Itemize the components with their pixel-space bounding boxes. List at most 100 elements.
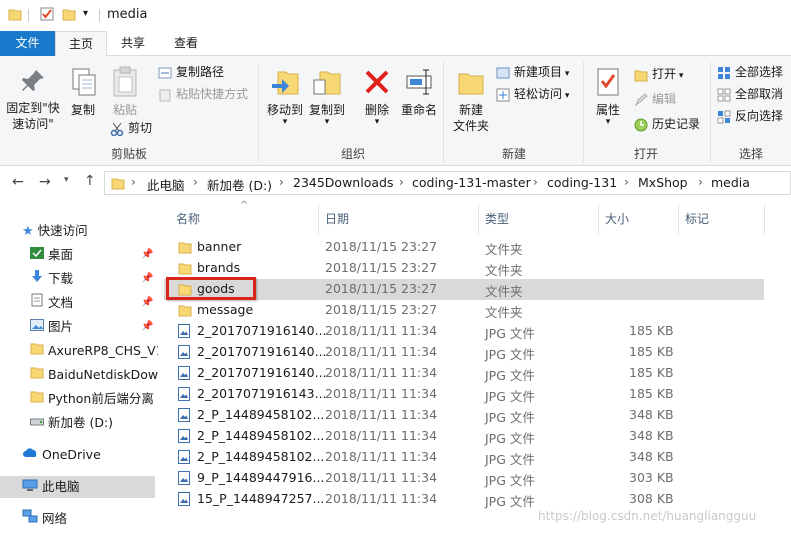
- breadcrumb-chevron-icon[interactable]: ›: [533, 175, 538, 189]
- column-divider[interactable]: [598, 204, 599, 234]
- nav-folder[interactable]: AxureRP8_CHS_V1: [30, 340, 158, 362]
- nav-drive-d[interactable]: 新加卷 (D:): [30, 412, 158, 434]
- column-header-tags[interactable]: 标记: [685, 210, 709, 227]
- open-button[interactable]: 打开 ▾: [634, 64, 683, 84]
- table-row[interactable]: 2_P_14489458102... 2018/11/11 11:34 JPG 文件…: [164, 426, 764, 447]
- ribbon-separator: [583, 62, 584, 162]
- nav-network[interactable]: 网络: [22, 508, 152, 530]
- properties-quick-icon[interactable]: [40, 7, 54, 24]
- breadcrumb-chevron-icon[interactable]: ›: [624, 175, 629, 189]
- table-row[interactable]: 2_2017071916140... 2018/11/11 11:34 JPG 文件…: [164, 321, 764, 342]
- ribbon-tabs: 文件 主页 共享 查看: [0, 31, 791, 57]
- nav-onedrive[interactable]: OneDrive: [22, 444, 152, 466]
- properties-button[interactable]: 属性 ▾: [590, 66, 626, 127]
- up-arrow-icon[interactable]: ↑: [84, 173, 96, 189]
- move-to-button[interactable]: 移动到 ▾: [264, 66, 306, 127]
- breadcrumb-chevron-icon[interactable]: ›: [399, 175, 404, 189]
- column-header-date[interactable]: 日期: [325, 210, 349, 227]
- new-folder-button[interactable]: 新建 文件夹: [449, 66, 493, 134]
- breadcrumb-item[interactable]: 此电脑: [147, 175, 185, 194]
- new-item-label: 新建项目: [514, 65, 563, 79]
- cut-button[interactable]: 剪切: [110, 118, 152, 138]
- move-to-label: 移动到: [266, 103, 303, 117]
- table-row[interactable]: 15_P_1448947257... 2018/11/11 11:34 JPG 文件…: [164, 489, 764, 510]
- nav-pictures[interactable]: 图片: [30, 316, 140, 338]
- table-row[interactable]: 2_2017071916140... 2018/11/11 11:34 JPG 文件…: [164, 342, 764, 363]
- file-date: 2018/11/11 11:34: [325, 386, 438, 401]
- column-divider[interactable]: [678, 204, 679, 234]
- pin-quick-access-button[interactable]: 固定到"快速访问": [2, 66, 64, 132]
- breadcrumb-item[interactable]: coding-131-master: [412, 175, 531, 190]
- breadcrumb-chevron-icon[interactable]: ›: [131, 175, 136, 189]
- column-divider[interactable]: [478, 204, 479, 234]
- nav-quick-access[interactable]: ★ 快速访问: [22, 220, 88, 242]
- nav-folder[interactable]: Python前后端分离: [30, 388, 158, 410]
- invert-selection-button[interactable]: 反向选择: [717, 106, 783, 126]
- recent-locations-icon[interactable]: ▾: [64, 175, 69, 185]
- tab-share[interactable]: 共享: [110, 31, 156, 56]
- edit-button[interactable]: 编辑: [634, 89, 676, 109]
- table-row[interactable]: banner 2018/11/15 23:27 文件夹: [164, 237, 764, 258]
- breadcrumb-item[interactable]: 2345Downloads: [293, 175, 393, 190]
- file-name: 2_P_14489458102...: [197, 428, 325, 443]
- customize-quick-access-icon[interactable]: ▾: [83, 8, 88, 19]
- tab-home[interactable]: 主页: [55, 31, 107, 57]
- breadcrumb-item[interactable]: media: [711, 175, 750, 190]
- breadcrumb-item[interactable]: MxShop: [638, 175, 688, 190]
- delete-button[interactable]: 删除 ▾: [360, 66, 394, 127]
- select-all-button[interactable]: 全部选择: [717, 62, 783, 82]
- pin-icon[interactable]: 📌: [141, 249, 153, 260]
- nav-desktop[interactable]: 桌面: [30, 244, 140, 266]
- network-icon: [22, 509, 38, 523]
- dropdown-arrow-icon: ▾: [282, 117, 288, 127]
- breadcrumb-item[interactable]: coding-131: [547, 175, 617, 190]
- breadcrumb-chevron-icon[interactable]: ›: [193, 175, 198, 189]
- column-divider[interactable]: [318, 204, 319, 234]
- pin-icon[interactable]: 📌: [141, 273, 153, 284]
- history-button[interactable]: 历史记录: [634, 114, 700, 134]
- nav-documents[interactable]: 文档: [30, 292, 140, 314]
- column-header-type[interactable]: 类型: [485, 210, 509, 227]
- new-folder-quick-icon[interactable]: [62, 7, 76, 24]
- pin-icon[interactable]: 📌: [141, 297, 153, 308]
- rename-button[interactable]: 重命名: [398, 66, 440, 118]
- copy-to-button[interactable]: 复制到 ▾: [306, 66, 348, 127]
- file-date: 2018/11/15 23:27: [325, 239, 438, 254]
- paste-button[interactable]: 粘贴: [108, 66, 142, 118]
- table-row[interactable]: brands 2018/11/15 23:27 文件夹: [164, 258, 764, 279]
- breadcrumb-item[interactable]: 新加卷 (D:): [207, 175, 272, 194]
- breadcrumb-chevron-icon[interactable]: ›: [698, 175, 703, 189]
- table-row[interactable]: 2_2017071916140... 2018/11/11 11:34 JPG 文件…: [164, 363, 764, 384]
- table-row[interactable]: 2_P_14489458102... 2018/11/11 11:34 JPG 文件…: [164, 447, 764, 468]
- nav-this-pc[interactable]: 此电脑: [0, 476, 155, 498]
- forward-arrow-icon[interactable]: →: [39, 174, 51, 190]
- table-row[interactable]: 9_P_14489447916... 2018/11/11 11:34 JPG 文件…: [164, 468, 764, 489]
- file-name: 2_2017071916140...: [197, 365, 327, 380]
- table-row[interactable]: 2_P_14489458102... 2018/11/11 11:34 JPG 文件…: [164, 405, 764, 426]
- pin-icon[interactable]: 📌: [141, 321, 153, 332]
- column-header-size[interactable]: 大小: [605, 210, 629, 227]
- nav-folder-label: BaiduNetdiskDow: [47, 367, 158, 382]
- nav-downloads[interactable]: 下载: [30, 268, 140, 290]
- select-none-label: 全部取消: [735, 87, 784, 101]
- column-divider[interactable]: [764, 204, 765, 234]
- nav-folder[interactable]: BaiduNetdiskDow: [30, 364, 158, 386]
- column-header-name[interactable]: 名称: [176, 210, 200, 227]
- copy-button[interactable]: 复制: [66, 66, 100, 118]
- breadcrumb-chevron-icon[interactable]: ›: [279, 175, 284, 189]
- tab-file[interactable]: 文件: [0, 31, 55, 56]
- select-none-button[interactable]: 全部取消: [717, 84, 783, 104]
- paste-shortcut-button[interactable]: 粘贴快捷方式: [158, 84, 248, 104]
- easy-access-button[interactable]: 轻松访问 ▾: [496, 84, 569, 104]
- new-item-button[interactable]: 新建项目 ▾: [496, 62, 569, 82]
- properties-label: 属性: [595, 103, 620, 117]
- table-row[interactable]: 2_2017071916143... 2018/11/11 11:34 JPG 文件…: [164, 384, 764, 405]
- desktop-icon: [30, 247, 44, 259]
- back-arrow-icon[interactable]: ←: [12, 174, 24, 190]
- folder-icon: [30, 343, 44, 355]
- table-row[interactable]: message 2018/11/15 23:27 文件夹: [164, 300, 764, 321]
- address-bar[interactable]: › 此电脑 › 新加卷 (D:) › 2345Downloads › codin…: [104, 171, 791, 195]
- tab-view[interactable]: 查看: [163, 31, 209, 56]
- file-size: 348 KB: [629, 449, 674, 464]
- copy-path-button[interactable]: 复制路径: [158, 62, 224, 82]
